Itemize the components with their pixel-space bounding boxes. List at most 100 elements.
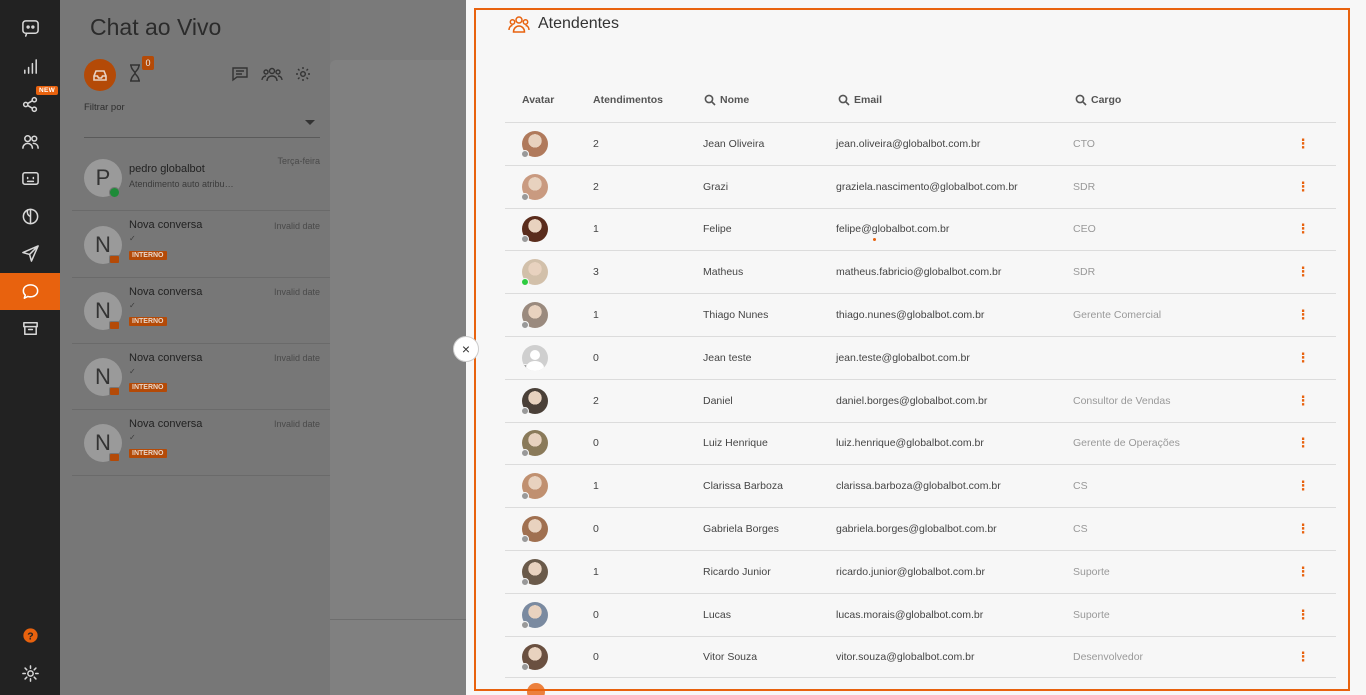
name-cell: Thiago Nunes bbox=[703, 309, 769, 322]
more-options-icon[interactable]: ⋮ bbox=[1297, 380, 1310, 422]
status-dot bbox=[521, 278, 529, 287]
check-icon: ✓ bbox=[129, 367, 136, 376]
table-row[interactable]: 3 Matheus matheus.fabricio@globalbot.com.b… bbox=[505, 250, 1336, 293]
atendimentos-cell: 0 bbox=[593, 437, 599, 450]
more-options-icon[interactable]: ⋮ bbox=[1297, 637, 1310, 678]
more-options-icon[interactable]: ⋮ bbox=[1297, 251, 1310, 293]
table-row[interactable]: 1 Felipe felipe@globalbot.com.br CEO ⋮ bbox=[505, 207, 1336, 251]
table-row[interactable]: 2 Daniel daniel.borges@globalbot.com.br Con… bbox=[505, 378, 1336, 422]
inbox-button[interactable] bbox=[84, 59, 116, 91]
avatar bbox=[521, 430, 548, 458]
column-email[interactable]: Email bbox=[838, 94, 882, 106]
page-title: Chat ao Vivo bbox=[90, 14, 222, 40]
agents-button[interactable] bbox=[261, 66, 283, 82]
column-atendimentos[interactable]: Atendimentos bbox=[593, 94, 663, 106]
avatar bbox=[521, 601, 548, 629]
atendimentos-cell: 0 bbox=[593, 608, 599, 621]
internal-chat-icon bbox=[109, 321, 120, 330]
circle-split-icon[interactable] bbox=[0, 198, 60, 235]
more-options-icon[interactable]: ⋮ bbox=[1297, 465, 1310, 507]
more-options-icon[interactable]: ⋮ bbox=[1297, 508, 1310, 550]
cargo-cell: CS bbox=[1073, 523, 1088, 536]
agents-table: 2 Jean Oliveira jean.oliveira@globalbot.co… bbox=[505, 122, 1336, 679]
search-icon[interactable] bbox=[704, 94, 716, 106]
more-options-icon[interactable]: ⋮ bbox=[1297, 209, 1310, 251]
close-drawer-button[interactable]: × bbox=[453, 336, 479, 362]
help-icon[interactable]: ? bbox=[0, 617, 60, 654]
table-row[interactable]: 0 Jean teste jean.teste@globalbot.com.br ⋮ bbox=[505, 335, 1336, 379]
avatar-cell bbox=[522, 337, 548, 379]
more-options-icon[interactable]: ⋮ bbox=[1297, 294, 1310, 336]
name-cell: Ricardo Junior bbox=[703, 565, 771, 578]
avatar-cell bbox=[521, 551, 548, 593]
gear-icon[interactable] bbox=[0, 655, 60, 692]
email-cell: vitor.souza@globalbot.com.br bbox=[836, 650, 975, 663]
atendimentos-cell: 2 bbox=[593, 180, 599, 193]
column-cargo[interactable]: Cargo bbox=[1075, 94, 1121, 106]
bot-face-icon[interactable] bbox=[0, 160, 60, 197]
chat-settings-button[interactable] bbox=[294, 66, 312, 82]
more-options-icon[interactable]: ⋮ bbox=[1297, 423, 1310, 465]
conversation-name: pedro globalbot bbox=[129, 163, 205, 175]
column-nome[interactable]: Nome bbox=[704, 94, 749, 106]
send-icon[interactable] bbox=[0, 235, 60, 272]
table-row[interactable]: 2 Jean Oliveira jean.oliveira@globalbot.co… bbox=[505, 122, 1336, 165]
status-dot bbox=[521, 406, 529, 415]
name-cell: Jean teste bbox=[703, 351, 752, 364]
drawer-header: Atendentes bbox=[508, 15, 619, 33]
cargo-cell: CEO bbox=[1073, 223, 1096, 236]
search-icon[interactable] bbox=[838, 94, 850, 106]
conversation-date: Invalid date bbox=[273, 353, 320, 363]
users-icon[interactable] bbox=[0, 123, 60, 160]
conversation-item[interactable]: N Nova conversa Invalid date ✓ INTERNO bbox=[72, 344, 330, 410]
name-cell: Grazi bbox=[703, 180, 729, 193]
gear-icon bbox=[296, 67, 310, 81]
more-options-icon[interactable]: ⋮ bbox=[1297, 166, 1310, 208]
internal-tag: INTERNO bbox=[129, 317, 167, 326]
table-row[interactable]: 1 Clarissa Barboza clarissa.barboza@global… bbox=[505, 464, 1336, 507]
table-row[interactable]: 2 Grazi graziela.nascimento@globalbot.com.… bbox=[505, 164, 1336, 208]
filter-label: Filtrar por bbox=[84, 102, 125, 113]
table-row[interactable]: 0 Vitor Souza vitor.souza@globalbot.com.br… bbox=[505, 635, 1336, 679]
conversation-area bbox=[330, 60, 470, 695]
avatar-cell bbox=[521, 508, 548, 550]
chevron-down-icon[interactable] bbox=[305, 120, 315, 125]
archive-icon[interactable] bbox=[0, 310, 60, 347]
more-options-icon[interactable]: ⋮ bbox=[1297, 123, 1310, 165]
name-cell: Matheus bbox=[703, 266, 744, 279]
conversation-item[interactable]: N Nova conversa Invalid date ✓ INTERNO bbox=[72, 410, 330, 476]
conversation-item[interactable]: N Nova conversa Invalid date ✓ INTERNO bbox=[72, 278, 330, 344]
search-icon[interactable] bbox=[1075, 94, 1087, 106]
status-dot bbox=[521, 535, 529, 544]
avatar bbox=[521, 643, 548, 671]
table-row[interactable]: 0 Lucas lucas.morais@globalbot.com.br Supor… bbox=[505, 592, 1336, 636]
cargo-cell: Suporte bbox=[1073, 565, 1110, 578]
drawer-title: Atendentes bbox=[538, 15, 619, 32]
conversation-item[interactable]: N Nova conversa Invalid date ✓ INTERNO bbox=[72, 211, 330, 278]
bar-chart-icon[interactable] bbox=[0, 48, 60, 85]
message-list-button[interactable] bbox=[231, 66, 249, 82]
filter-select[interactable] bbox=[84, 137, 320, 138]
more-options-icon[interactable]: ⋮ bbox=[1297, 551, 1310, 593]
chat-bubble-icon[interactable] bbox=[0, 273, 60, 310]
cargo-cell: SDR bbox=[1073, 266, 1096, 279]
avatar-cell bbox=[521, 166, 548, 208]
cargo-cell: Gerente de Operações bbox=[1073, 437, 1180, 450]
email-cell: ricardo.junior@globalbot.com.br bbox=[836, 565, 985, 578]
conversation-item[interactable]: P pedro globalbot Terça-feira Atendiment… bbox=[72, 145, 330, 211]
email-cell: felipe@globalbot.com.br bbox=[836, 223, 950, 236]
more-options-icon[interactable]: ⋮ bbox=[1297, 337, 1310, 379]
conversation-date: Invalid date bbox=[273, 287, 320, 297]
conversation-name: Nova conversa bbox=[129, 219, 203, 231]
table-row[interactable]: 1 Thiago Nunes thiago.nunes@globalbot.com.… bbox=[505, 293, 1336, 336]
hourglass-icon bbox=[130, 64, 140, 82]
table-row[interactable]: 0 Luiz Henrique luiz.henrique@globalbot.co… bbox=[505, 421, 1336, 465]
name-cell: Clarissa Barboza bbox=[703, 480, 783, 493]
avatar-cell bbox=[521, 123, 548, 165]
table-row[interactable]: 0 Gabriela Borges gabriela.borges@globalbo… bbox=[505, 507, 1336, 550]
bot-logo-icon[interactable] bbox=[0, 9, 60, 46]
more-options-icon[interactable]: ⋮ bbox=[1297, 594, 1310, 636]
atendimentos-cell: 0 bbox=[593, 523, 599, 536]
table-row[interactable]: 1 Ricardo Junior ricardo.junior@globalbot.… bbox=[505, 549, 1336, 593]
agents-icon bbox=[261, 67, 283, 82]
